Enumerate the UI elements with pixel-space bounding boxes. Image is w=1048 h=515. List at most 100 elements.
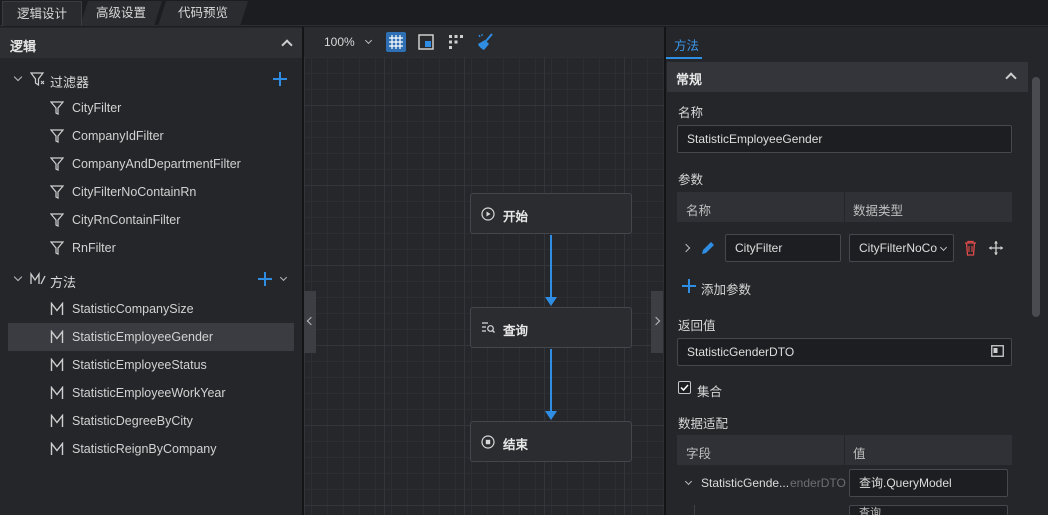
tree-item-filter[interactable]: CityFilterNoContainRn: [8, 178, 294, 206]
filter-icon: [50, 185, 64, 199]
param-name-input[interactable]: CityFilter: [725, 234, 841, 262]
tab-logic-design[interactable]: 逻辑设计: [2, 1, 82, 26]
canvas-grid[interactable]: 开始 查询 结束: [304, 57, 664, 515]
chevron-down-icon[interactable]: [684, 477, 693, 486]
properties-panel: 方法 常规 名称 StatisticEmployeeGender 参数 名称 数…: [666, 27, 1048, 515]
chevron-down-icon[interactable]: [13, 272, 23, 282]
collapse-left-panel-button[interactable]: [304, 291, 316, 353]
tree-item-filter[interactable]: RnFilter: [8, 234, 294, 262]
tree-item-method[interactable]: StatisticDegreeByCity: [8, 407, 294, 435]
panel-scrollbar[interactable]: [1032, 77, 1040, 317]
chevron-right-icon: [651, 316, 661, 326]
tree-item-label: StatisticCompanySize: [72, 302, 194, 316]
tree-item-method-selected[interactable]: StatisticEmployeeGender: [8, 323, 294, 351]
mapping-value-2: 查询: [859, 507, 881, 515]
filter-icon: [50, 101, 64, 115]
tree-item-label: CityRnContainFilter: [72, 213, 181, 227]
active-tab-indicator: [666, 57, 702, 59]
canvas-toolbar: 100%: [304, 27, 664, 57]
collapse-right-panel-button[interactable]: [651, 291, 663, 353]
tree-item-label: CompanyIdFilter: [72, 129, 164, 143]
flow-node-query[interactable]: 查询: [470, 307, 632, 348]
collapse-section-icon[interactable]: [1005, 72, 1017, 84]
tree-group-methods[interactable]: 方法: [0, 265, 302, 293]
mapping-value-input[interactable]: 查询.QueryModel: [849, 469, 1008, 497]
tab-method[interactable]: 方法: [674, 35, 699, 54]
tree-item-label: CityFilter: [72, 101, 122, 115]
flow-edge-arrow: [545, 411, 557, 420]
tree-item-filter[interactable]: CompanyIdFilter: [8, 122, 294, 150]
method-icon: [50, 442, 64, 455]
param-type-value: CityFilterNoCo: [859, 241, 938, 255]
filter-icon: [50, 157, 64, 171]
method-icon: [50, 302, 64, 315]
method-name-input[interactable]: StatisticEmployeeGender: [677, 125, 1012, 153]
tree-item-label: StatisticEmployeeWorkYear: [72, 386, 226, 400]
tree-item-label: RnFilter: [72, 241, 116, 255]
section-general-header[interactable]: 常规: [667, 62, 1028, 92]
tree-item-filter[interactable]: CompanyAndDepartmentFilter: [8, 150, 294, 178]
chevron-left-icon: [306, 316, 316, 326]
chevron-down-icon[interactable]: [13, 72, 23, 82]
tree-item-filter[interactable]: CityFilter: [8, 94, 294, 122]
return-label: 返回值: [678, 319, 716, 333]
collapse-chevron-icon[interactable]: [281, 39, 293, 51]
checkmark-icon: [680, 384, 689, 392]
flow-node-start[interactable]: 开始: [470, 193, 632, 234]
filter-icon: [50, 213, 64, 227]
column-header-type: 数据类型: [853, 204, 904, 218]
tree-item-filter[interactable]: CityRnContainFilter: [8, 206, 294, 234]
select-type-icon[interactable]: [991, 345, 1004, 357]
flow-node-label: 结束: [503, 438, 529, 452]
tree-item-label: CityFilterNoContainRn: [72, 185, 197, 199]
tree-item-label: CompanyAndDepartmentFilter: [72, 157, 241, 171]
tab-advanced-settings[interactable]: 高级设置: [80, 1, 162, 26]
column-divider: [844, 192, 845, 222]
add-method-icon[interactable]: [258, 272, 272, 286]
params-table-header: 名称 数据类型: [677, 192, 1012, 222]
params-label: 参数: [678, 173, 704, 187]
add-filter-icon[interactable]: [273, 72, 287, 86]
method-group-icon: [30, 271, 46, 285]
query-icon: [482, 322, 495, 333]
param-type-select[interactable]: CityFilterNoCo: [849, 234, 954, 262]
add-param-icon[interactable]: [682, 279, 696, 293]
tree-item-method[interactable]: StatisticReignByCompany: [8, 435, 294, 463]
logic-panel: 逻辑 过滤器 CityFilter CompanyIdFilter Compan…: [0, 27, 302, 515]
flow-node-end[interactable]: 结束: [470, 421, 632, 462]
filter-icon: [50, 129, 64, 143]
column-divider: [844, 435, 845, 465]
minimap-icon[interactable]: [416, 32, 436, 52]
flow-canvas-area: 100% 开始 查询 结束: [304, 27, 664, 515]
grid-toggle-icon[interactable]: [386, 32, 406, 52]
name-label: 名称: [678, 106, 704, 120]
collection-checkbox[interactable]: [678, 381, 691, 394]
tree-item-label: StatisticEmployeeStatus: [72, 358, 207, 372]
edit-pencil-icon[interactable]: [700, 240, 716, 256]
tab-code-preview[interactable]: 代码预览: [158, 1, 248, 26]
mapping-field-name: StatisticGende...: [701, 476, 790, 490]
logic-panel-title: 逻辑: [10, 39, 37, 54]
expand-param-icon[interactable]: [681, 243, 691, 253]
drag-move-icon[interactable]: [988, 240, 1004, 256]
return-type-input[interactable]: StatisticGenderDTO: [677, 338, 1012, 366]
delete-trash-icon[interactable]: [963, 240, 978, 256]
tree-item-method[interactable]: StatisticCompanySize: [8, 295, 294, 323]
filter-group-icon: [30, 72, 45, 87]
tree-item-method[interactable]: StatisticEmployeeWorkYear: [8, 379, 294, 407]
zoom-level-select[interactable]: 100%: [324, 35, 355, 49]
logic-panel-header: 逻辑: [0, 28, 302, 58]
add-method-dropdown-icon[interactable]: [279, 273, 288, 282]
section-title: 常规: [676, 72, 703, 87]
mapping-value-input-2[interactable]: 查询: [849, 505, 1008, 515]
zoom-dropdown-icon[interactable]: [364, 36, 373, 45]
auto-layout-icon[interactable]: [446, 32, 466, 52]
tree-item-method[interactable]: StatisticEmployeeStatus: [8, 351, 294, 379]
flow-edge: [550, 349, 552, 411]
clean-broom-icon[interactable]: [476, 32, 496, 52]
play-circle-icon: [481, 207, 495, 221]
tree-group-label: 方法: [50, 275, 77, 290]
add-param-button[interactable]: 添加参数: [701, 279, 751, 298]
tree-group-filters[interactable]: 过滤器: [0, 65, 302, 93]
method-icon: [50, 386, 64, 399]
